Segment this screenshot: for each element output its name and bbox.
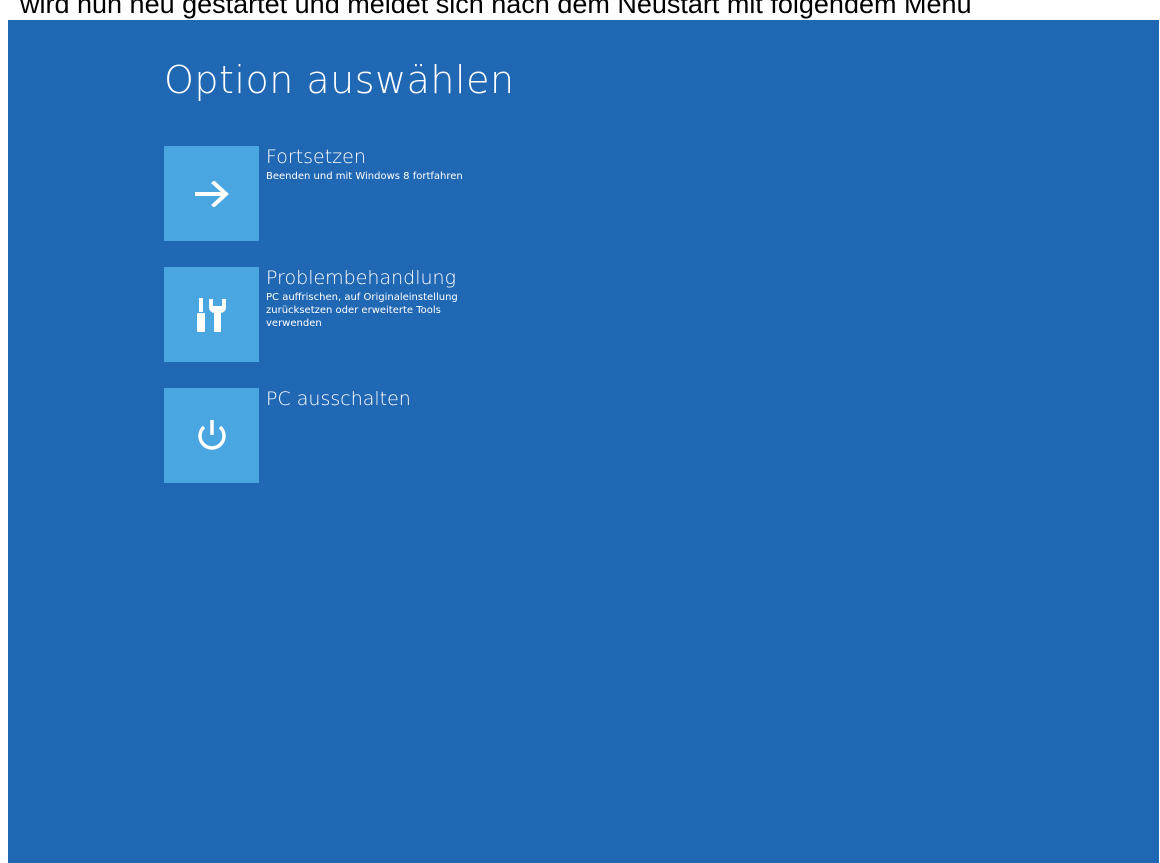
option-continue[interactable]: Fortsetzen Beenden und mit Windows 8 for… xyxy=(164,146,544,242)
arrow-right-icon xyxy=(194,180,229,207)
page-caption: wird nun neu gestartet und meldet sich n… xyxy=(20,0,972,19)
option-shutdown-tile[interactable] xyxy=(164,388,259,483)
option-troubleshoot-description: PC auffrischen, auf Originaleinstellung … xyxy=(266,292,458,329)
page-title: Option auswählen xyxy=(164,58,515,102)
power-icon xyxy=(195,418,229,454)
option-continue-description: Beenden und mit Windows 8 fortfahren xyxy=(266,171,463,182)
option-troubleshoot-tile[interactable] xyxy=(164,267,259,362)
option-troubleshoot[interactable]: Problembehandlung PC auffrischen, auf Or… xyxy=(164,267,544,363)
tools-icon xyxy=(195,297,229,333)
option-continue-tile[interactable] xyxy=(164,146,259,241)
option-troubleshoot-title: Problembehandlung xyxy=(266,267,456,289)
option-shutdown[interactable]: PC ausschalten xyxy=(164,388,544,484)
recovery-screen: Option auswählen Fortsetzen Beenden und … xyxy=(8,20,1159,863)
option-shutdown-title: PC ausschalten xyxy=(266,388,411,410)
option-continue-title: Fortsetzen xyxy=(266,146,366,168)
